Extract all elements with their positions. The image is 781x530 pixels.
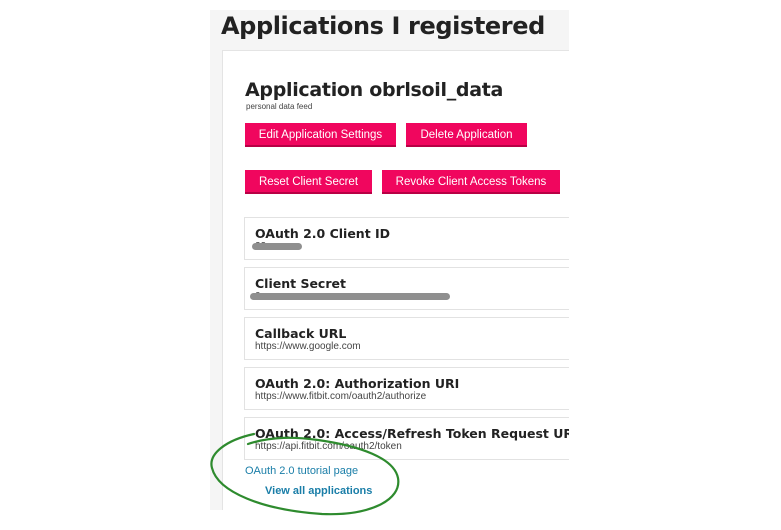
application-card: Application obrlsoil_data personal data … (222, 50, 569, 510)
page-title: Applications I registered (221, 12, 545, 40)
authorization-uri-field: OAuth 2.0: Authorization URI https://www… (244, 367, 569, 410)
view-all-applications-link[interactable]: View all applications (265, 485, 372, 497)
edit-application-settings-button[interactable]: Edit Application Settings (245, 123, 396, 147)
authorization-uri-label: OAuth 2.0: Authorization URI (255, 376, 460, 391)
client-secret-label: Client Secret (255, 276, 346, 291)
delete-application-button[interactable]: Delete Application (406, 123, 527, 147)
application-name: Application obrlsoil_data (245, 79, 504, 101)
token-request-uri-value: https://api.fitbit.com/oauth2/token (255, 441, 402, 452)
token-request-uri-label: OAuth 2.0: Access/Refresh Token Request … (255, 426, 569, 441)
client-id-field: OAuth 2.0 Client ID 22 (244, 217, 569, 260)
redaction-scribble (252, 243, 302, 250)
callback-url-label: Callback URL (255, 326, 347, 341)
callback-url-value: https://www.google.com (255, 341, 361, 352)
client-secret-field: Client Secret 0 (244, 267, 569, 310)
reset-client-secret-button[interactable]: Reset Client Secret (245, 170, 372, 194)
revoke-client-access-tokens-button[interactable]: Revoke Client Access Tokens (382, 170, 560, 194)
app-screenshot: Applications I registered Application ob… (210, 10, 569, 510)
oauth-tutorial-link[interactable]: OAuth 2.0 tutorial page (245, 465, 358, 477)
callback-url-field: Callback URL https://www.google.com (244, 317, 569, 360)
client-id-label: OAuth 2.0 Client ID (255, 226, 391, 241)
redaction-scribble (250, 293, 450, 300)
token-request-uri-field: OAuth 2.0: Access/Refresh Token Request … (244, 417, 569, 460)
authorization-uri-value: https://www.fitbit.com/oauth2/authorize (255, 391, 427, 402)
application-description: personal data feed (246, 102, 313, 111)
